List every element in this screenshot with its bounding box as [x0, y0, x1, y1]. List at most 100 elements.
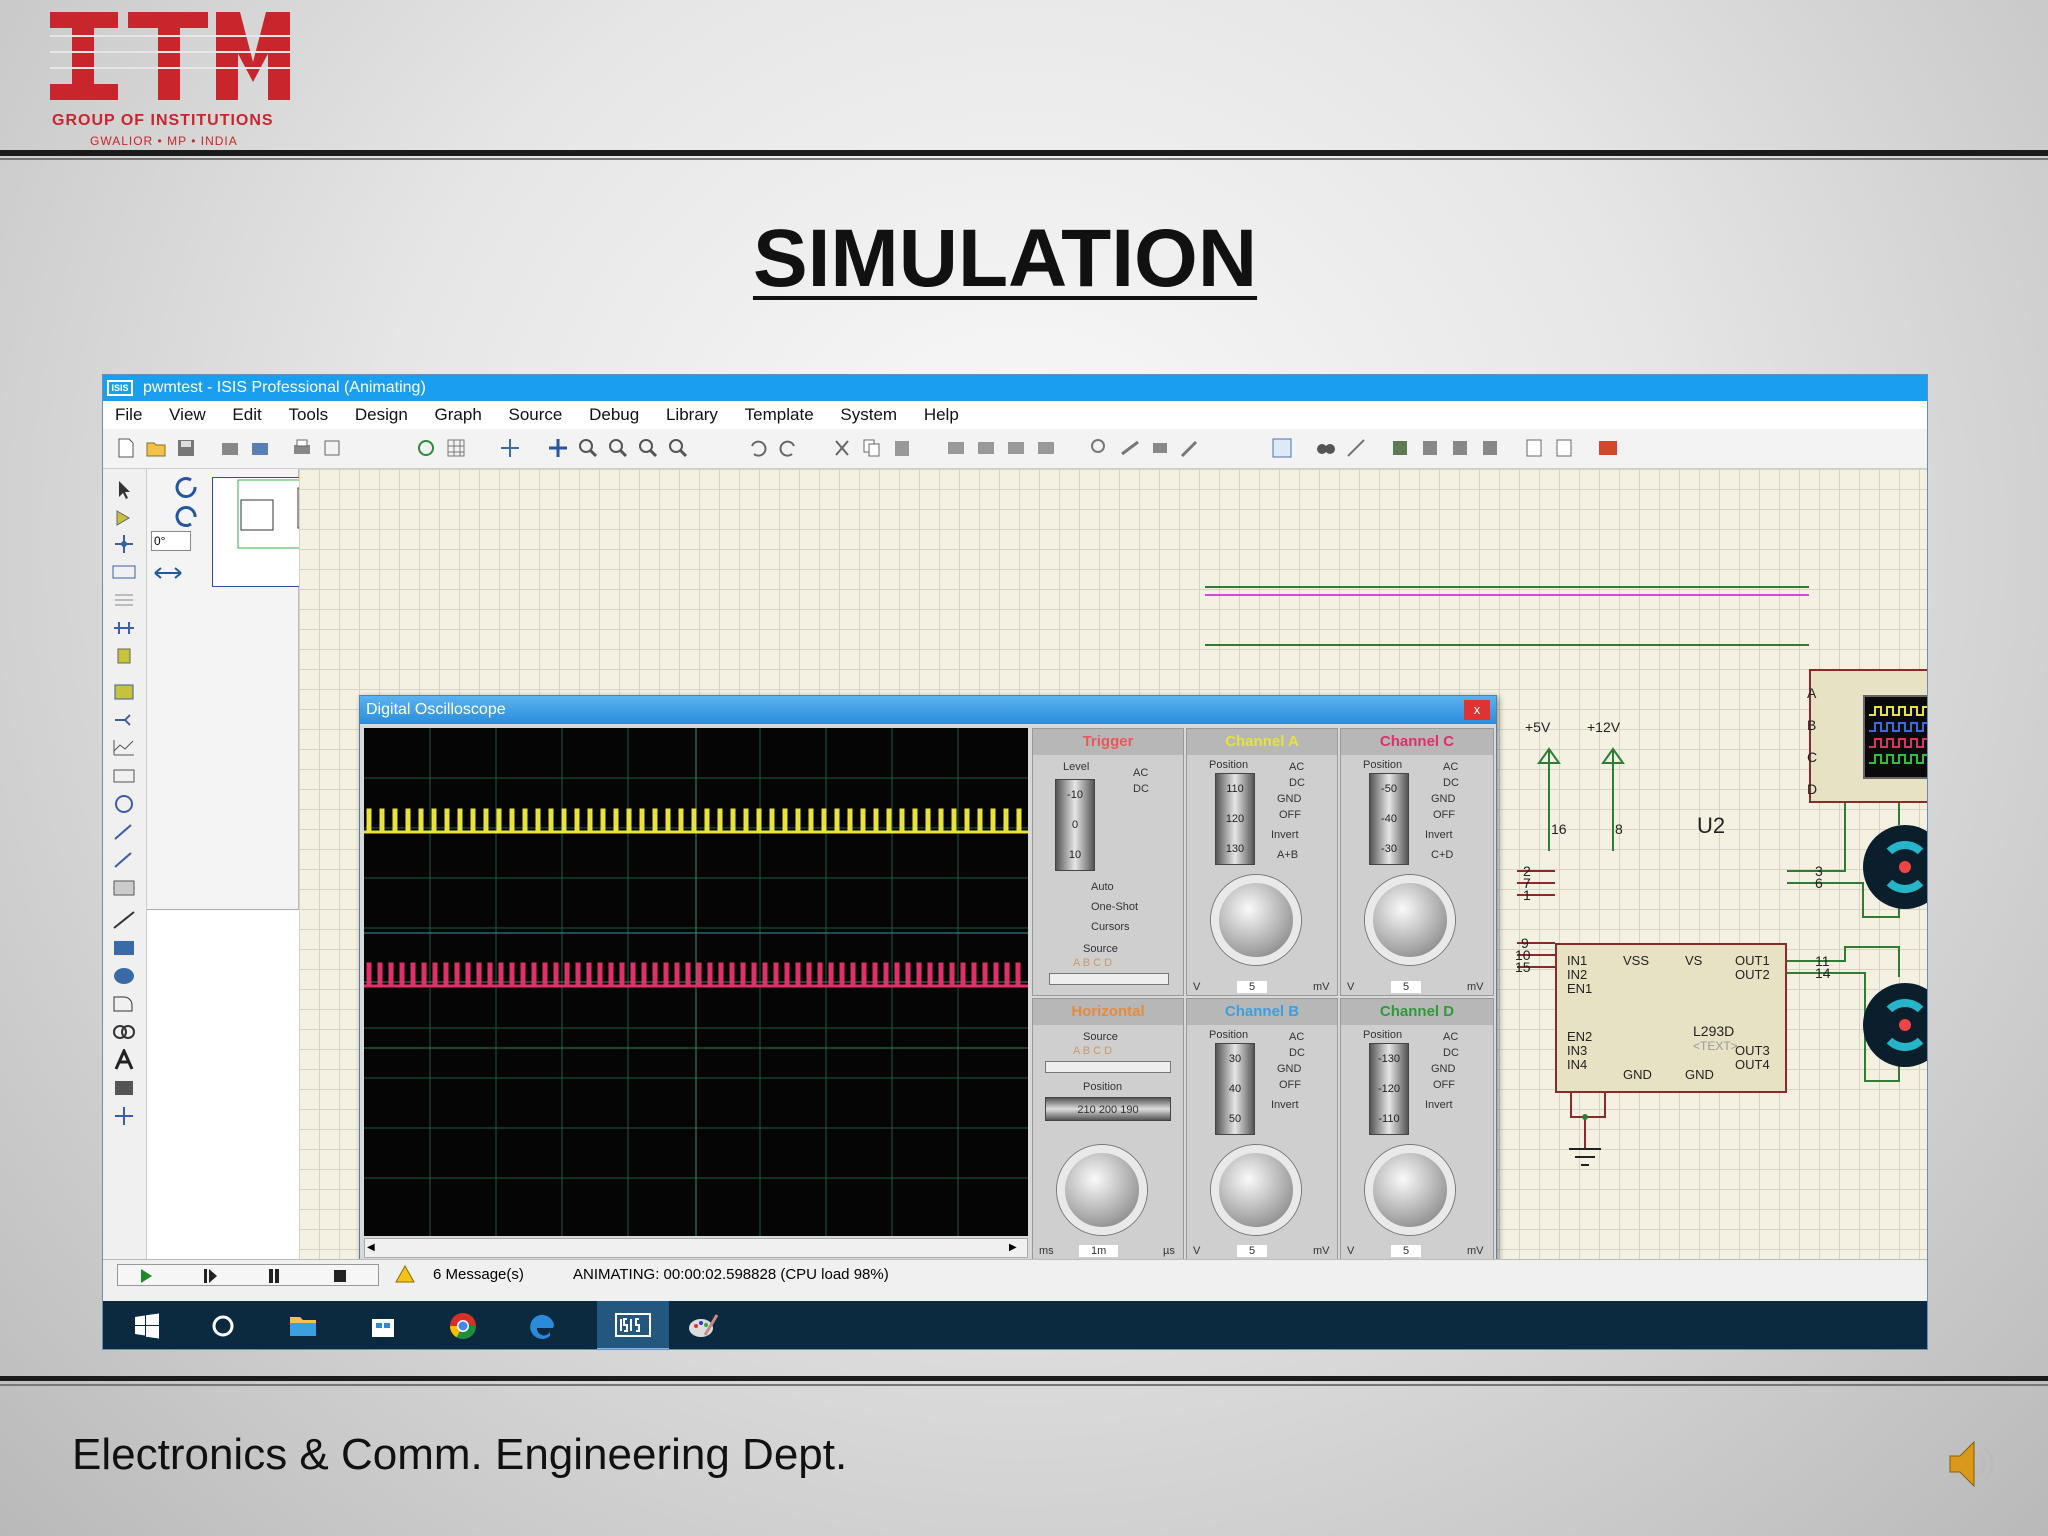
mirror-icon[interactable] [153, 565, 183, 581]
copy-icon[interactable] [861, 437, 883, 459]
oscilloscope-title[interactable]: Digital Oscilloscope [360, 696, 1496, 724]
play-icon[interactable] [138, 1268, 154, 1284]
graph-mode-icon[interactable] [111, 737, 137, 759]
horizontal-position-drum[interactable]: 210 200 190 [1045, 1097, 1171, 1121]
schematic-canvas[interactable]: A B C D +5V +12V 16 8 U2 IN1 IN2 EN1 EN2… [299, 469, 1927, 1263]
zoom-area-icon[interactable] [667, 437, 689, 459]
line-tool-icon[interactable] [111, 909, 137, 931]
generator-icon[interactable] [111, 793, 137, 815]
arc-tool-icon[interactable] [111, 993, 137, 1015]
menu-edit[interactable]: Edit [222, 401, 271, 429]
block-copy-icon[interactable] [945, 437, 967, 459]
pan-icon[interactable] [547, 437, 569, 459]
pick-device-icon[interactable] [1089, 437, 1111, 459]
netlist-icon[interactable] [1553, 437, 1575, 459]
pause-icon[interactable] [266, 1268, 282, 1284]
path-tool-icon[interactable] [111, 1021, 137, 1043]
decompose-icon[interactable] [1179, 437, 1201, 459]
channel-d-position-drum[interactable]: -130 -120 -110 [1369, 1043, 1409, 1135]
step-icon[interactable] [202, 1268, 218, 1284]
package-tool-icon[interactable] [1149, 437, 1171, 459]
search-tag-icon[interactable] [1315, 437, 1337, 459]
menu-debug[interactable]: Debug [579, 401, 649, 429]
property-tool-icon[interactable] [1345, 437, 1367, 459]
text-script-icon[interactable] [111, 589, 137, 611]
make-device-icon[interactable] [1119, 437, 1141, 459]
current-probe-icon[interactable] [111, 849, 137, 871]
search-cortana-icon[interactable] [207, 1311, 239, 1341]
menu-template[interactable]: Template [735, 401, 824, 429]
text-tool-icon[interactable] [111, 1049, 137, 1071]
print-icon[interactable] [291, 437, 313, 459]
circle-tool-icon[interactable] [111, 965, 137, 987]
chrome-icon[interactable] [447, 1311, 479, 1341]
menu-design[interactable]: Design [345, 401, 418, 429]
zoom-out-icon[interactable] [607, 437, 629, 459]
component-mode-icon[interactable] [111, 507, 137, 529]
menu-library[interactable]: Library [656, 401, 728, 429]
terminals-icon[interactable] [111, 681, 137, 703]
zoom-in-icon[interactable] [577, 437, 599, 459]
channel-b-volts-knob[interactable] [1211, 1145, 1301, 1235]
refresh-icon[interactable] [415, 437, 437, 459]
new-file-icon[interactable] [115, 437, 137, 459]
scroll-left-icon[interactable]: ◀ [367, 1239, 383, 1257]
grid-icon[interactable] [445, 437, 467, 459]
bill-of-materials-icon[interactable] [1479, 437, 1501, 459]
stop-icon[interactable] [332, 1268, 348, 1284]
menu-help[interactable]: Help [914, 401, 969, 429]
menu-source[interactable]: Source [499, 401, 573, 429]
subcircuit-icon[interactable] [111, 645, 137, 667]
channel-c-setting[interactable]: 5 [1391, 981, 1422, 993]
menu-tools[interactable]: Tools [278, 401, 338, 429]
oscilloscope-scrollbar[interactable]: ◀ ▶ [364, 1238, 1028, 1258]
menu-view[interactable]: View [159, 401, 216, 429]
wire-autorouter-icon[interactable] [1271, 437, 1293, 459]
channel-c-volts-knob[interactable] [1365, 875, 1455, 965]
electrical-rule-check-icon[interactable] [1523, 437, 1545, 459]
warning-icon[interactable] [395, 1265, 415, 1283]
trigger-level-drum[interactable]: -10 0 10 [1055, 779, 1095, 871]
device-pins-icon[interactable] [111, 709, 137, 731]
redo-icon[interactable] [777, 437, 799, 459]
horizontal-source-slider[interactable] [1045, 1061, 1171, 1073]
cut-icon[interactable] [831, 437, 853, 459]
undo-icon[interactable] [747, 437, 769, 459]
store-icon[interactable] [367, 1311, 399, 1341]
trigger-source-slider[interactable] [1049, 973, 1169, 985]
scroll-right-icon[interactable]: ▶ [1009, 1239, 1025, 1257]
tape-recorder-icon[interactable] [111, 765, 137, 787]
voltage-probe-icon[interactable] [111, 821, 137, 843]
export-icon[interactable] [249, 437, 271, 459]
speaker-icon[interactable] [1946, 1436, 1994, 1492]
junction-dot-icon[interactable] [111, 533, 137, 555]
oscilloscope-symbol[interactable]: A B C D [1807, 669, 1927, 803]
isis-taskbar-item[interactable] [597, 1301, 669, 1349]
horizontal-timebase-knob[interactable] [1057, 1145, 1147, 1235]
marker-tool-icon[interactable] [111, 1105, 137, 1127]
paste-icon[interactable] [891, 437, 913, 459]
save-icon[interactable] [175, 437, 197, 459]
channel-a-volts-knob[interactable] [1211, 875, 1301, 965]
new-sheet-icon[interactable] [1389, 437, 1411, 459]
channel-b-position-drum[interactable]: 30 40 50 [1215, 1043, 1255, 1135]
box-tool-icon[interactable] [111, 937, 137, 959]
edge-icon[interactable] [527, 1311, 559, 1341]
channel-d-setting[interactable]: 5 [1391, 1245, 1422, 1257]
wire-label-icon[interactable] [111, 561, 137, 583]
origin-icon[interactable] [499, 437, 521, 459]
paint-icon[interactable] [687, 1311, 719, 1341]
menu-system[interactable]: System [830, 401, 907, 429]
channel-d-volts-knob[interactable] [1365, 1145, 1455, 1235]
l293d-chip[interactable]: IN1 IN2 EN1 EN2 IN3 IN4 VSS VS GND GND O… [1555, 943, 1787, 1093]
print-area-icon[interactable] [321, 437, 343, 459]
remove-sheet-icon[interactable] [1419, 437, 1441, 459]
ares-icon[interactable] [1597, 437, 1619, 459]
rotation-angle-field[interactable]: 0° [151, 531, 191, 551]
symbol-tool-icon[interactable] [111, 1077, 137, 1099]
channel-a-setting[interactable]: 5 [1237, 981, 1268, 993]
device-list[interactable] [147, 909, 299, 1259]
channel-a-position-drum[interactable]: 110 120 130 [1215, 773, 1255, 865]
window-titlebar[interactable]: ISIS pwmtest - ISIS Professional (Animat… [103, 375, 1927, 401]
import-icon[interactable] [219, 437, 241, 459]
